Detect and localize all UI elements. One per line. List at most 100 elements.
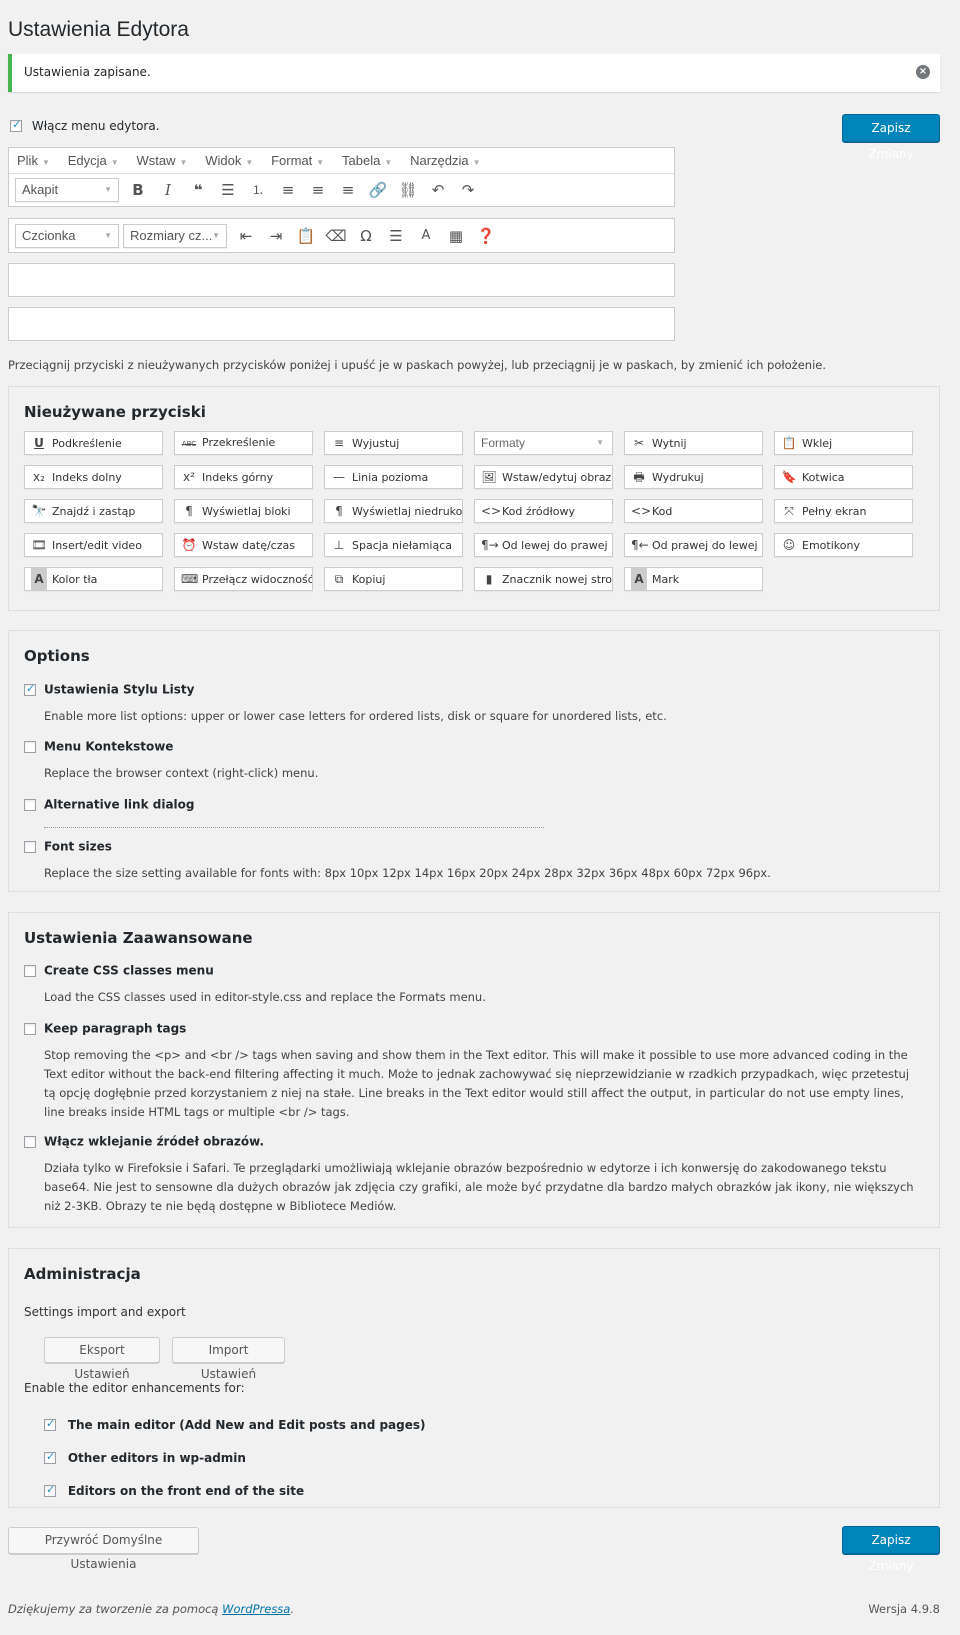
- option-font-sizes-checkbox[interactable]: [24, 840, 36, 853]
- unused-button[interactable]: x₂ Indeks dolny: [24, 465, 163, 489]
- paste-as-text-icon[interactable]: 📋: [291, 224, 321, 248]
- unused-button[interactable]: 🎞 Insert/edit video: [24, 533, 163, 557]
- menu-file[interactable]: Plik ▼: [17, 148, 50, 176]
- clear-formatting-icon[interactable]: ⌫: [321, 224, 351, 248]
- unused-button[interactable]: Formaty ▼: [474, 431, 613, 455]
- empty-toolbar-3[interactable]: [8, 263, 675, 297]
- unused-button[interactable]: ¶← Od prawej do lewej: [624, 533, 763, 557]
- empty-toolbar-4[interactable]: [8, 307, 675, 341]
- export-settings-button[interactable]: Eksport Ustawień: [44, 1337, 160, 1381]
- menu-table[interactable]: Tabela ▼: [342, 148, 392, 176]
- indent-icon[interactable]: ⇥: [261, 224, 291, 248]
- target-front-end-checkbox[interactable]: [44, 1483, 56, 1497]
- unused-button[interactable]: 🖼 Wstaw/edytuj obraz...: [474, 465, 613, 489]
- option-label[interactable]: Keep paragraph tags: [44, 1022, 186, 1036]
- caret-down-icon: ▼: [104, 230, 112, 240]
- unused-button[interactable]: A Mark: [624, 567, 763, 591]
- unused-button[interactable]: ⧉ Kopiuj: [324, 567, 463, 591]
- target-label[interactable]: Other editors in wp-admin: [68, 1451, 246, 1465]
- font-family-select[interactable]: Czcionka ▼: [15, 223, 119, 248]
- unused-button[interactable]: <>Kod: [624, 499, 763, 523]
- text-color-icon[interactable]: A: [411, 224, 441, 248]
- blockquote-icon[interactable]: ❝: [183, 178, 213, 202]
- format-select[interactable]: Akapit ▼: [15, 178, 119, 202]
- unused-button[interactable]: ⊥ Spacja niełamiąca: [324, 533, 463, 557]
- read-more-icon[interactable]: ☰: [381, 224, 411, 248]
- unused-button[interactable]: ✂ Wytnij: [624, 431, 763, 455]
- option-label[interactable]: Create CSS classes menu: [44, 964, 214, 978]
- unused-button[interactable]: ☺ Emotikony: [774, 533, 913, 557]
- notice-message: Ustawienia zapisane.: [24, 65, 151, 79]
- menu-edit[interactable]: Edycja ▼: [68, 148, 119, 176]
- restore-defaults-button[interactable]: Przywróć Domyślne Ustawienia: [8, 1527, 199, 1571]
- redo-icon[interactable]: ↷: [453, 178, 483, 202]
- unused-button[interactable]: 📋 Wklej: [774, 431, 913, 455]
- unused-button[interactable]: ⏰ Wstaw datę/czas: [174, 533, 313, 557]
- unused-button[interactable]: ▮ Znacznik nowej stro...: [474, 567, 613, 591]
- align-right-icon[interactable]: ≡: [333, 178, 363, 202]
- dismiss-circle-icon[interactable]: ×: [916, 65, 930, 79]
- target-main-editor-checkbox[interactable]: [44, 1417, 56, 1431]
- option-context-menu-checkbox[interactable]: [24, 740, 36, 753]
- option-label[interactable]: Włącz wklejanie źródeł obrazów.: [44, 1135, 264, 1149]
- unused-button[interactable]: 🖶 Wydrukuj: [624, 465, 763, 489]
- enable-for-label: Enable the editor enhancements for:: [24, 1381, 245, 1395]
- menu-insert[interactable]: Wstaw ▼: [136, 148, 187, 176]
- unused-button-label: Znajdź i zastąp: [52, 505, 136, 518]
- numbered-list-icon[interactable]: ⒈: [243, 178, 273, 202]
- menu-tools[interactable]: Narzędzia ▼: [410, 148, 480, 176]
- unused-button[interactable]: 🔖 Kotwica: [774, 465, 913, 489]
- align-center-icon[interactable]: ≡: [303, 178, 333, 202]
- unused-button[interactable]: ≡ Wyjustuj: [324, 431, 463, 455]
- unused-button[interactable]: ⌨ Przełącz widoczność...: [174, 567, 313, 591]
- enable-menu-label[interactable]: Włącz menu edytora.: [32, 119, 160, 133]
- unused-button[interactable]: <>Kod źródłowy: [474, 499, 613, 523]
- outdent-icon[interactable]: ⇤: [231, 224, 261, 248]
- unused-button[interactable]: ABC Przekreślenie: [174, 431, 313, 455]
- option-description: Replace the size setting available for f…: [44, 865, 771, 880]
- bullet-list-icon[interactable]: ☰: [213, 178, 243, 202]
- unused-button-label: Wklej: [802, 437, 833, 450]
- caret-down-icon: ▼: [472, 158, 481, 167]
- option-label[interactable]: Ustawienia Stylu Listy: [44, 683, 195, 697]
- import-settings-button[interactable]: Import Ustawień: [172, 1337, 285, 1381]
- save-changes-button-bottom[interactable]: Zapisz Zmiany: [842, 1526, 940, 1573]
- unused-button[interactable]: A Kolor tła: [24, 567, 163, 591]
- unused-button-label: Kod źródłowy: [502, 505, 576, 518]
- target-other-editors-checkbox[interactable]: [44, 1450, 56, 1464]
- save-changes-button-top[interactable]: Zapisz Zmiany: [842, 114, 940, 161]
- unused-button[interactable]: ¶ Wyświetlaj bloki: [174, 499, 313, 523]
- align-left-icon[interactable]: ≡: [273, 178, 303, 202]
- option-paste-images-checkbox[interactable]: [24, 1135, 36, 1148]
- caret-down-icon: ▼: [179, 158, 188, 167]
- menu-view[interactable]: Widok ▼: [205, 148, 253, 176]
- font-size-select[interactable]: Rozmiary cz... ▼: [123, 223, 227, 248]
- option-label[interactable]: Menu Kontekstowe: [44, 740, 173, 754]
- unused-button[interactable]: ¶→ Od lewej do prawej: [474, 533, 613, 557]
- wordpress-link[interactable]: WordPressa: [222, 1602, 290, 1616]
- unused-button[interactable]: ⤧ Pełny ekran: [774, 499, 913, 523]
- target-label[interactable]: Editors on the front end of the site: [68, 1484, 304, 1498]
- italic-icon[interactable]: I: [153, 178, 183, 202]
- unused-button[interactable]: — Linia pozioma: [324, 465, 463, 489]
- link-icon[interactable]: 🔗: [363, 178, 393, 202]
- unused-button[interactable]: U Podkreślenie: [24, 431, 163, 455]
- bold-icon[interactable]: B: [123, 178, 153, 202]
- unlink-icon[interactable]: ⛓: [393, 178, 423, 202]
- enable-menu-checkbox[interactable]: [10, 118, 22, 132]
- option-keep-paragraph-checkbox[interactable]: [24, 1022, 36, 1035]
- unused-button[interactable]: x² Indeks górny: [174, 465, 313, 489]
- option-label[interactable]: Alternative link dialog: [44, 798, 195, 812]
- unused-button[interactable]: ¶ Wyświetlaj niedruko...: [324, 499, 463, 523]
- special-character-icon[interactable]: Ω: [351, 224, 381, 248]
- menu-format[interactable]: Format ▼: [271, 148, 324, 176]
- table-icon[interactable]: ▦: [441, 224, 471, 248]
- option-list-style-checkbox[interactable]: [24, 682, 36, 696]
- option-label[interactable]: Font sizes: [44, 840, 112, 854]
- target-label[interactable]: The main editor (Add New and Edit posts …: [68, 1418, 426, 1432]
- help-icon[interactable]: ❓: [471, 224, 501, 248]
- option-css-classes-checkbox[interactable]: [24, 964, 36, 977]
- undo-icon[interactable]: ↶: [423, 178, 453, 202]
- unused-button[interactable]: 🔭 Znajdź i zastąp: [24, 499, 163, 523]
- option-alt-link-checkbox[interactable]: [24, 798, 36, 811]
